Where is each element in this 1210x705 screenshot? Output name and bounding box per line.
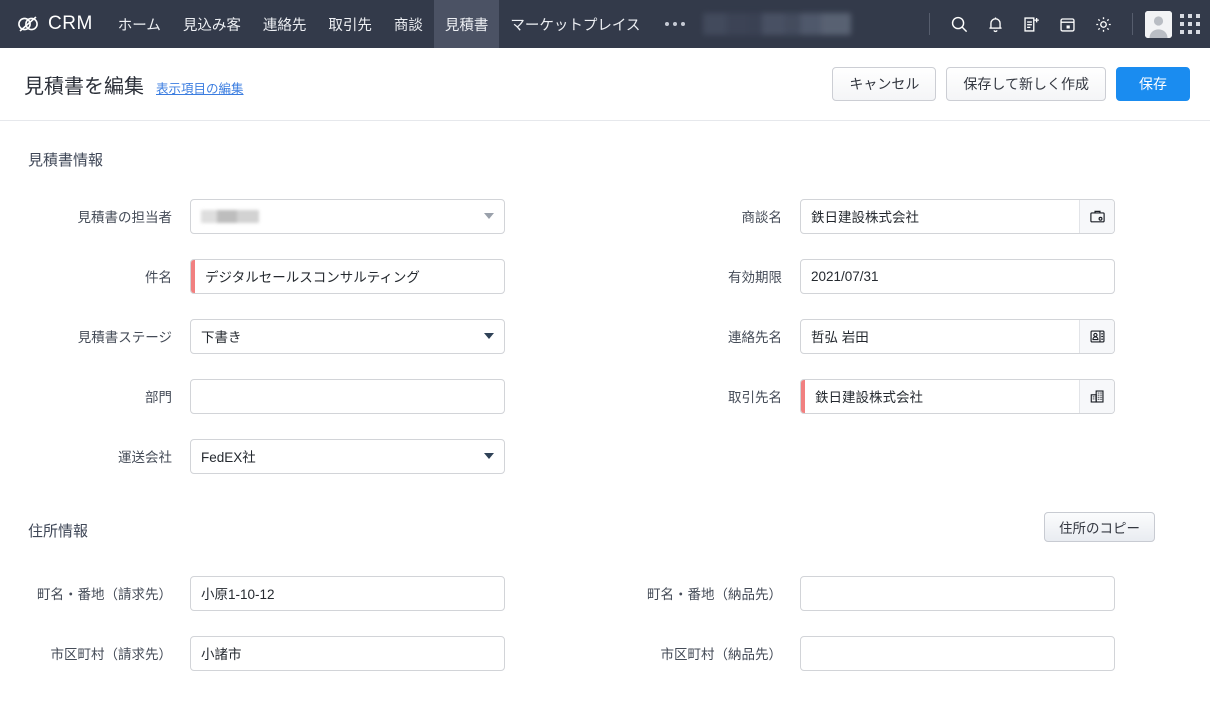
account-lookup-icon[interactable] <box>1079 379 1114 413</box>
field-row-quote-owner: 見積書の担当者 <box>0 196 605 236</box>
quote-info-right-column: 商談名 鉄日建設株式会社 有効期限 2021/07/31 連絡先名 哲弘 岩田 … <box>605 196 1210 496</box>
label-quote-stage: 見積書ステージ <box>77 330 172 345</box>
gear-icon[interactable] <box>1086 7 1120 41</box>
chevron-down-icon <box>484 213 494 219</box>
input-billing-street[interactable]: 小原1-10-12 <box>190 575 505 611</box>
copy-address-button[interactable]: 住所のコピー <box>1044 512 1155 542</box>
input-valid-until[interactable]: 2021/07/31 <box>800 258 1115 294</box>
label-shipping-city: 市区町村（納品先） <box>660 647 783 662</box>
brand-logo[interactable]: CRM <box>0 0 107 48</box>
input-shipping-city[interactable] <box>800 635 1115 671</box>
select-quote-owner[interactable] <box>190 198 505 234</box>
field-row-contact-name: 連絡先名 哲弘 岩田 <box>605 316 1210 356</box>
add-note-icon[interactable] <box>1014 7 1048 41</box>
nav-item-marketplace[interactable]: マーケットプレイス <box>499 0 651 48</box>
input-billing-city[interactable]: 小諸市 <box>190 635 505 671</box>
label-carrier: 運送会社 <box>118 450 172 465</box>
deal-lookup-icon[interactable] <box>1079 199 1114 233</box>
label-quote-owner: 見積書の担当者 <box>77 210 173 225</box>
top-navigation-bar: CRM ホーム 見込み客 連絡先 取引先 商談 見積書 マーケットプレイス <box>0 0 1210 48</box>
value-quote-stage: 下書き <box>201 330 242 345</box>
nav-item-deals[interactable]: 商談 <box>383 0 434 48</box>
value-valid-until: 2021/07/31 <box>811 268 879 284</box>
field-row-shipping-city: 市区町村（納品先） <box>605 633 1210 673</box>
nav-more-button[interactable] <box>651 0 699 48</box>
field-row-billing-city: 市区町村（請求先） 小諸市 <box>0 633 605 673</box>
brand-name: CRM <box>48 13 93 34</box>
field-row-carrier: 運送会社 FedEX社 <box>0 436 605 476</box>
label-account-name: 取引先名 <box>728 390 782 405</box>
input-department[interactable] <box>190 378 505 414</box>
form-body: 見積書情報 見積書の担当者 件名 デジタルセールスコンサルティング 見積書ステー… <box>0 149 1210 693</box>
header-actions: キャンセル 保存して新しく作成 保存 <box>832 67 1190 101</box>
section-title-address-info: 住所情報 <box>28 523 89 540</box>
page-title: 見積書を編集 <box>24 75 144 98</box>
value-subject: デジタルセールスコンサルティング <box>205 270 420 285</box>
select-carrier[interactable]: FedEX社 <box>190 438 505 474</box>
value-billing-city: 小諸市 <box>201 647 242 662</box>
section-title-quote-info: 見積書情報 <box>28 152 104 169</box>
redacted-org-label <box>703 13 852 35</box>
address-right-column: 町名・番地（納品先） 市区町村（納品先） <box>605 573 1210 693</box>
edit-display-fields-link[interactable]: 表示項目の編集 <box>156 78 244 97</box>
label-billing-street: 町名・番地（請求先） <box>37 587 172 602</box>
chevron-down-icon <box>484 453 494 459</box>
bell-icon[interactable] <box>978 7 1012 41</box>
crm-logo-icon <box>18 16 38 32</box>
contact-lookup-icon[interactable] <box>1079 319 1114 353</box>
lookup-contact-name[interactable]: 哲弘 岩田 <box>800 318 1115 354</box>
label-subject: 件名 <box>145 270 172 285</box>
address-info-columns: 町名・番地（請求先） 小原1-10-12 市区町村（請求先） 小諸市 町名・番地… <box>0 573 1210 693</box>
nav-item-accounts[interactable]: 取引先 <box>317 0 383 48</box>
page-header: 見積書を編集 表示項目の編集 キャンセル 保存して新しく作成 保存 <box>0 48 1210 121</box>
value-billing-street: 小原1-10-12 <box>201 587 275 602</box>
nav-right-actions <box>919 0 1210 48</box>
field-row-deal-name: 商談名 鉄日建設株式会社 <box>605 196 1210 236</box>
quote-info-left-column: 見積書の担当者 件名 デジタルセールスコンサルティング 見積書ステージ 下書き <box>0 196 605 496</box>
field-row-quote-stage: 見積書ステージ 下書き <box>0 316 605 356</box>
label-shipping-street: 町名・番地（納品先） <box>647 587 782 602</box>
label-contact-name: 連絡先名 <box>728 330 782 345</box>
value-deal-name: 鉄日建設株式会社 <box>811 210 919 225</box>
save-and-new-button[interactable]: 保存して新しく作成 <box>946 67 1106 101</box>
label-valid-until: 有効期限 <box>728 270 782 285</box>
nav-item-quotes[interactable]: 見積書 <box>433 0 500 48</box>
lookup-deal-name[interactable]: 鉄日建設株式会社 <box>800 198 1115 234</box>
calendar-icon[interactable] <box>1050 7 1084 41</box>
apps-grid-icon[interactable] <box>1180 14 1200 34</box>
avatar[interactable] <box>1145 10 1172 38</box>
user-avatar-icon <box>1145 10 1172 38</box>
search-icon[interactable] <box>942 7 976 41</box>
label-deal-name: 商談名 <box>741 210 783 225</box>
input-shipping-street[interactable] <box>800 575 1115 611</box>
field-row-shipping-street: 町名・番地（納品先） <box>605 573 1210 613</box>
label-billing-city: 市区町村（請求先） <box>50 647 173 662</box>
value-contact-name: 哲弘 岩田 <box>811 330 869 345</box>
address-left-column: 町名・番地（請求先） 小原1-10-12 市区町村（請求先） 小諸市 <box>0 573 605 693</box>
field-row-valid-until: 有効期限 2021/07/31 <box>605 256 1210 296</box>
field-row-billing-street: 町名・番地（請求先） 小原1-10-12 <box>0 573 605 613</box>
nav-item-leads[interactable]: 見込み客 <box>172 0 252 48</box>
save-button[interactable]: 保存 <box>1116 67 1190 101</box>
nav-divider-right <box>1132 13 1133 35</box>
value-carrier: FedEX社 <box>201 450 256 465</box>
value-account-name: 鉄日建設株式会社 <box>815 390 923 405</box>
cancel-button[interactable]: キャンセル <box>832 67 937 101</box>
input-subject[interactable]: デジタルセールスコンサルティング <box>190 258 505 294</box>
nav-divider-left <box>929 13 930 35</box>
chevron-down-icon <box>484 333 494 339</box>
field-row-department: 部門 <box>0 376 605 416</box>
lookup-account-name[interactable]: 鉄日建設株式会社 <box>800 378 1115 414</box>
select-quote-stage[interactable]: 下書き <box>190 318 505 354</box>
field-row-subject: 件名 デジタルセールスコンサルティング <box>0 256 605 296</box>
label-department: 部門 <box>145 390 172 405</box>
primary-nav: ホーム 見込み客 連絡先 取引先 商談 見積書 マーケットプレイス <box>107 0 652 48</box>
nav-item-home[interactable]: ホーム <box>107 0 172 48</box>
field-row-account-name: 取引先名 鉄日建設株式会社 <box>605 376 1210 416</box>
redacted-owner-value <box>201 209 259 223</box>
ellipsis-icon <box>665 22 686 26</box>
quote-info-columns: 見積書の担当者 件名 デジタルセールスコンサルティング 見積書ステージ 下書き <box>0 196 1210 496</box>
nav-item-contacts[interactable]: 連絡先 <box>252 0 318 48</box>
